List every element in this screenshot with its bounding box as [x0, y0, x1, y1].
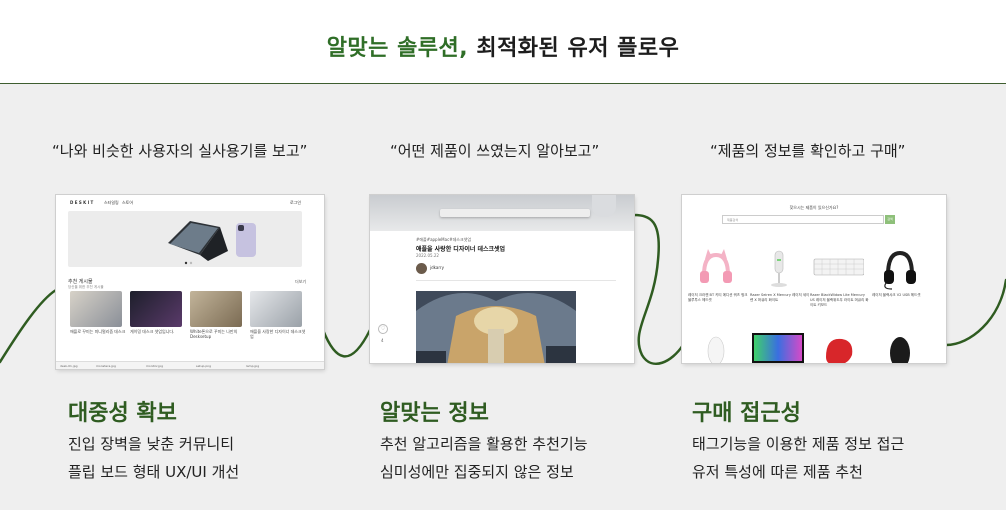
mouse-icon	[890, 337, 910, 363]
product-caption[interactable]: 레이저 블랙샤크 V2 USB 헤드셋	[872, 293, 932, 298]
post-thumb-monitor-desk[interactable]	[70, 291, 122, 327]
download-item[interactable]: lamp.jpg	[246, 364, 259, 368]
page-title-accent: 알맞는 솔루션,	[326, 36, 469, 61]
search-button[interactable]: 검색	[885, 215, 895, 224]
post-caption: 게이밍 데스크 셋업입니다.	[130, 329, 175, 334]
nav-item-store[interactable]: 스토어	[122, 200, 133, 206]
mouse-icon	[826, 338, 853, 363]
download-bar: desk-01.jpg monstera.jpg monitor.jpg set…	[56, 361, 324, 369]
church-interior-image	[416, 291, 576, 363]
download-item[interactable]: monstera.jpg	[96, 364, 116, 368]
post-caption: 애플로 꾸미는 미니멀리즘 데스크	[70, 329, 126, 334]
quote-community: “나와 비슷한 사용자의 실사용기를 보고”	[52, 142, 308, 160]
post-tags[interactable]: #애플#appleMac#데스크셋업	[416, 237, 471, 243]
feature-title-info: 알맞는 정보	[380, 401, 489, 426]
product-rgb-keyboard[interactable]	[752, 329, 804, 363]
feature-title-purchase: 구매 접근성	[692, 401, 801, 426]
more-link[interactable]: 더보기	[295, 279, 306, 285]
feature-title-popularity: 대중성 확보	[68, 401, 177, 426]
post-date: 2022.05.22	[416, 253, 439, 258]
headset-icon	[884, 250, 916, 290]
post-cover-image	[370, 195, 634, 231]
section-title: 추천 게시물	[68, 279, 93, 285]
quote-purchase: “제품의 정보를 확인하고 구매”	[710, 142, 906, 160]
avatar[interactable]	[416, 263, 427, 274]
author-name[interactable]: jdkarry	[430, 265, 444, 270]
product-red-mouse[interactable]	[812, 329, 864, 363]
store-question: 찾으시는 제품이 있으신가요?	[789, 205, 839, 210]
page-title: 알맞는 솔루션, 최적화된 유저 플로우	[0, 30, 1006, 62]
headset-icon	[700, 249, 732, 283]
nav-item-styling[interactable]: 스타일링	[104, 200, 119, 206]
product-caption[interactable]: 레이저 크라켄 BT 키티 에디션 쿼츠 핑크 블루투스 헤드셋	[688, 293, 748, 303]
hero-banner[interactable]	[68, 211, 302, 267]
screenshot-store: 찾으시는 제품이 있으신가요? 제품검색 검색 레이저 크라켄 BT 키티 에디…	[682, 195, 946, 363]
download-item[interactable]: setup.png	[196, 364, 211, 368]
download-item[interactable]: desk-01.jpg	[60, 364, 78, 368]
product-black-headset[interactable]	[874, 245, 926, 291]
desk-image	[440, 209, 590, 217]
screenshot-community-home: D E S K I T 스타일링 스토어 로그인 추천 게시물 당신을 위한 추…	[56, 195, 324, 369]
feature-desc-line: 진입 장벽을 낮춘 커뮤니티	[68, 435, 235, 453]
product-caption[interactable]: Razer BlackWidow Lite Mercury US 레이저 블랙위…	[810, 293, 870, 308]
foldable-phone-image	[168, 221, 256, 265]
post-photo[interactable]	[416, 291, 576, 363]
post-thumb-white-desk[interactable]	[190, 291, 242, 327]
keyboard-icon	[752, 333, 804, 363]
site-logo[interactable]: D E S K I T	[70, 200, 93, 205]
product-white-keyboard[interactable]	[812, 245, 865, 291]
search-input[interactable]: 제품검색	[722, 215, 884, 224]
divider	[416, 280, 616, 281]
microphone-icon	[771, 250, 787, 287]
page-header: 알맞는 솔루션, 최적화된 유저 플로우	[0, 0, 1006, 84]
keyboard-icon	[813, 258, 865, 276]
feature-desc-line: 플립 보드 형태 UX/UI 개선	[68, 463, 240, 481]
product-pink-cat-headset[interactable]	[690, 245, 742, 291]
heart-icon[interactable]: ♡	[378, 324, 388, 334]
post-thumb-apple-desk[interactable]	[250, 291, 302, 327]
product-white-mouse[interactable]	[690, 329, 742, 363]
section-subtitle: 당신을 위한 추천 게시물	[68, 285, 104, 289]
like-count: 4	[381, 338, 384, 343]
site-nav: D E S K I T 스타일링 스토어 로그인	[56, 195, 324, 209]
feature-desc-line: 태그기능을 이용한 제품 정보 접근	[692, 435, 905, 453]
product-black-mouse[interactable]	[874, 329, 926, 363]
download-item[interactable]: monitor.jpg	[146, 364, 163, 368]
page-title-rest: 최적화된 유저 플로우	[476, 36, 680, 61]
feature-desc-line: 추천 알고리즘을 활용한 추천기능	[380, 435, 588, 453]
product-white-microphone[interactable]	[752, 245, 804, 291]
post-caption: White톤으로 꾸미는 나만의 Desksetup	[190, 329, 238, 339]
post-title: 애플을 사랑한 디자이너 데스크셋업	[416, 246, 506, 253]
product-caption[interactable]: Razer Seiren X Mercury 레이저 세이렌 X 머큐리 화이트	[750, 293, 810, 303]
feature-desc-line: 유저 특성에 따른 제품 추천	[692, 463, 863, 481]
mouse-icon	[707, 336, 725, 363]
quote-product-info: “어떤 제품이 쓰였는지 알아보고”	[390, 142, 600, 160]
post-caption: 애플을 사랑한 디자이너 데스크셋업	[250, 329, 306, 339]
post-thumb-gaming-desk[interactable]	[130, 291, 182, 327]
desk-leg-image	[592, 195, 616, 217]
login-link[interactable]: 로그인	[290, 200, 301, 206]
screenshot-post-detail: #애플#appleMac#데스크셋업 애플을 사랑한 디자이너 데스크셋업 20…	[370, 195, 634, 363]
feature-desc-line: 심미성에만 집중되지 않은 정보	[380, 463, 574, 481]
